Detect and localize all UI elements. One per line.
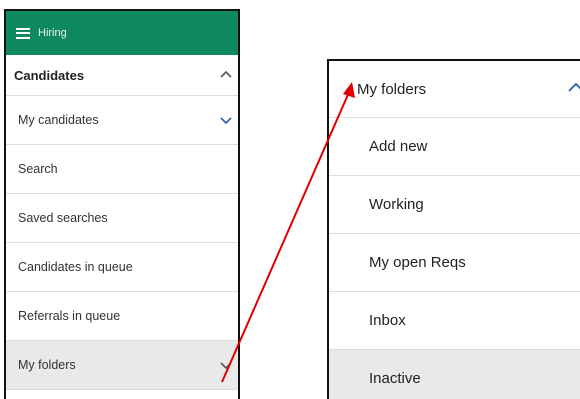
folders-label: My folders	[357, 80, 427, 98]
nav-label: Saved searches	[18, 211, 108, 225]
chevron-down-icon[interactable]	[220, 359, 232, 371]
folder-item-working[interactable]: Working	[329, 176, 580, 234]
nav-item-referrals-in-queue[interactable]: Referrals in queue	[6, 292, 238, 341]
chevron-down-icon[interactable]	[220, 114, 232, 126]
chevron-up-icon[interactable]	[220, 69, 232, 81]
nav-item-candidates-in-queue[interactable]: Candidates in queue	[6, 243, 238, 292]
folders-section-header[interactable]: My folders	[329, 61, 580, 118]
folder-item-inactive[interactable]: Inactive	[329, 350, 580, 399]
folder-label: My open Reqs	[369, 254, 466, 271]
nav-label: Search	[18, 162, 58, 176]
nav-label: My candidates	[18, 113, 99, 127]
nav-label: My folders	[18, 358, 76, 372]
nav-label: Candidates in queue	[18, 260, 133, 274]
nav-item-my-candidates[interactable]: My candidates	[6, 96, 238, 145]
hiring-header[interactable]: Hiring	[6, 11, 238, 55]
hiring-nav-panel: Hiring Candidates My candidates Search S…	[4, 9, 240, 399]
hamburger-menu-icon[interactable]	[16, 27, 30, 39]
folder-item-add-new[interactable]: Add new	[329, 118, 580, 176]
folder-label: Add new	[369, 138, 428, 155]
chevron-up-icon[interactable]	[568, 80, 580, 94]
folder-item-inbox[interactable]: Inbox	[329, 292, 580, 350]
header-title: Hiring	[38, 27, 67, 39]
nav-item-saved-searches[interactable]: Saved searches	[6, 194, 238, 243]
nav-item-my-folders[interactable]: My folders	[6, 341, 238, 390]
nav-label: Referrals in queue	[18, 309, 121, 323]
folder-item-my-open-reqs[interactable]: My open Reqs	[329, 234, 580, 292]
folder-label: Inbox	[369, 312, 406, 329]
nav-item-search[interactable]: Search	[6, 145, 238, 194]
folder-label: Working	[369, 196, 424, 213]
nav-section-candidates[interactable]: Candidates	[6, 55, 238, 96]
nav-label: Candidates	[14, 67, 85, 83]
my-folders-expanded-panel: My folders Add new Working My open Reqs …	[327, 59, 580, 399]
folder-label: Inactive	[369, 370, 421, 387]
